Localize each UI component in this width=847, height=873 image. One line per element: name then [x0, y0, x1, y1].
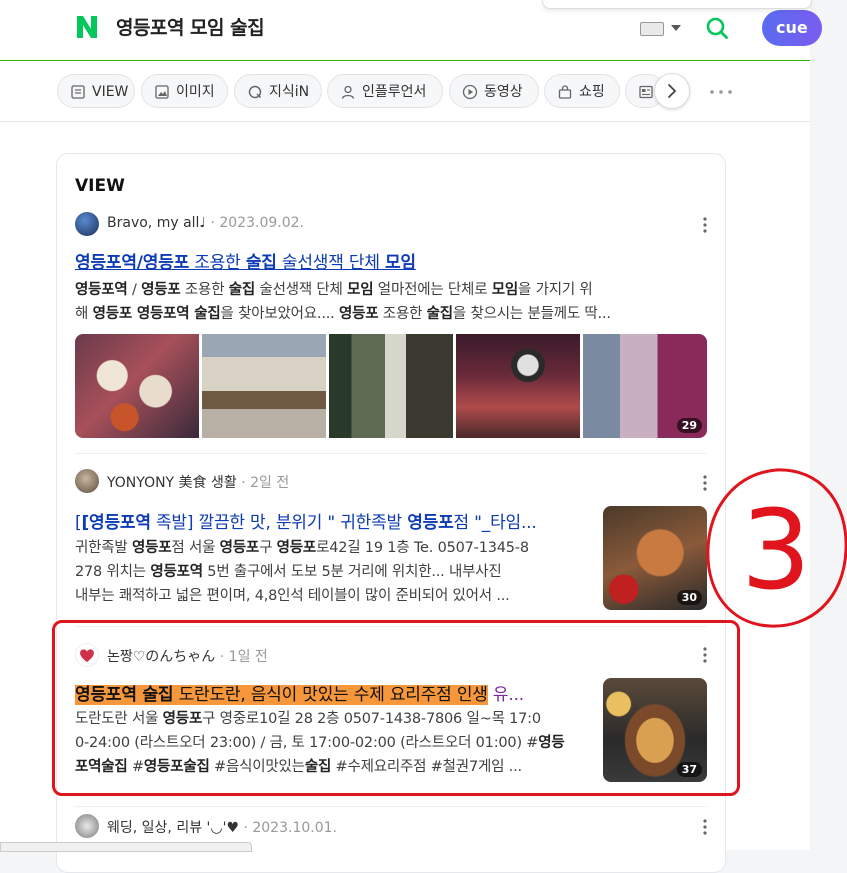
entrance-photo[interactable] [329, 334, 453, 438]
tab-image[interactable]: 이미지 [141, 74, 228, 108]
interior-photo[interactable]: 29 [583, 334, 707, 438]
post-description[interactable]: 도란도란 서울 영등포구 영중로10길 28 2층 0507-1438-7806… [75, 707, 585, 781]
tab-view[interactable]: VIEW [57, 74, 135, 108]
post-date: 2023.10.01. [252, 820, 337, 836]
avatar[interactable] [75, 643, 99, 667]
kebab-menu-icon[interactable] [703, 217, 707, 233]
kebab-menu-icon[interactable] [703, 819, 707, 835]
status-bar-url [0, 842, 252, 852]
search-header: 영등포역 모임 술집 cue [0, 0, 822, 61]
document-icon [71, 85, 85, 99]
section-title: VIEW [75, 176, 125, 196]
post-photo-strip[interactable]: 29 [75, 334, 707, 438]
post-thumbnail[interactable]: 37 [603, 678, 707, 782]
naver-logo[interactable] [75, 14, 99, 40]
q-icon [248, 85, 262, 99]
divider [75, 806, 707, 807]
heart-icon [80, 649, 94, 662]
chevron-down-icon[interactable] [671, 25, 681, 31]
tab-label: VIEW [92, 84, 129, 100]
tab-kin[interactable]: 지식iN [234, 74, 322, 108]
divider [75, 626, 707, 627]
search-icon[interactable] [705, 16, 729, 40]
post-description[interactable]: 귀한족발 영등포점 서울 영등포구 영등포로42길 19 1층 Te. 0507… [75, 536, 585, 610]
keyboard-icon[interactable] [640, 22, 664, 36]
storefront-photo[interactable] [202, 334, 326, 438]
author-name[interactable]: Bravo, my all♩ · 2023.09.02. [107, 215, 304, 231]
chevron-right-icon [668, 84, 677, 98]
avatar[interactable] [75, 814, 99, 838]
post-date: 2일 전 [250, 475, 290, 491]
tabs-next-button[interactable] [654, 73, 690, 109]
kebab-menu-icon[interactable] [703, 647, 707, 663]
avatar[interactable] [75, 212, 99, 236]
photo-count-badge: 30 [676, 590, 702, 605]
tab-video[interactable]: 동영상 [449, 74, 539, 108]
post-date: 2023.09.02. [219, 215, 304, 231]
divider [75, 453, 707, 454]
tab-label: 동영상 [484, 84, 523, 100]
tab-label: 이미지 [176, 84, 215, 100]
post-description[interactable]: 영등포역 / 영등포 조용한 술집 술선생잭 단체 모임 얼마전에는 단체로 모… [75, 278, 707, 328]
tab-shopping[interactable]: 쇼핑 [544, 74, 620, 108]
interior-darts-photo[interactable] [456, 334, 580, 438]
author-name[interactable]: YONYONY 美食 생활 · 2일 전 [107, 472, 289, 492]
dropdown-panel-edge [542, 0, 812, 9]
bag-icon [558, 85, 572, 99]
photo-count-badge: 29 [676, 418, 702, 433]
post-title-link[interactable]: [[영등포역 족발] 깔끔한 맛, 분위기 " 귀한족발 영등포점 "_타임..… [75, 508, 583, 533]
kebab-menu-icon[interactable] [703, 475, 707, 491]
post-title-link[interactable]: 영등포역/영등포 조용한 술집 술선생잭 단체 모임 [75, 248, 707, 273]
tab-label: 쇼핑 [579, 84, 605, 100]
author-name[interactable]: 웨딩, 일상, 리뷰 '◡'♥ · 2023.10.01. [107, 817, 337, 837]
tab-label: 인플루언서 [362, 84, 427, 100]
image-icon [155, 85, 169, 99]
person-icon [341, 85, 355, 99]
play-icon [462, 84, 478, 100]
avatar[interactable] [75, 469, 99, 493]
news-icon [639, 85, 653, 99]
post-date: 1일 전 [228, 649, 268, 665]
photo-count-badge: 37 [676, 762, 702, 777]
tab-influencer[interactable]: 인플루언서 [327, 74, 443, 108]
author-name[interactable]: 논짱♡のんちゃん · 1일 전 [107, 646, 268, 666]
cue-button[interactable]: cue [762, 10, 822, 46]
more-dots-icon[interactable] [710, 90, 732, 94]
food-photo[interactable] [75, 334, 199, 438]
post-title-link[interactable]: 영등포역 술집 도란도란, 음식이 맛있는 수제 요리주점 인생 유... [75, 680, 583, 705]
search-query[interactable]: 영등포역 모임 술집 [116, 13, 265, 40]
tab-label: 지식iN [269, 84, 310, 100]
post-thumbnail[interactable]: 30 [603, 506, 707, 610]
